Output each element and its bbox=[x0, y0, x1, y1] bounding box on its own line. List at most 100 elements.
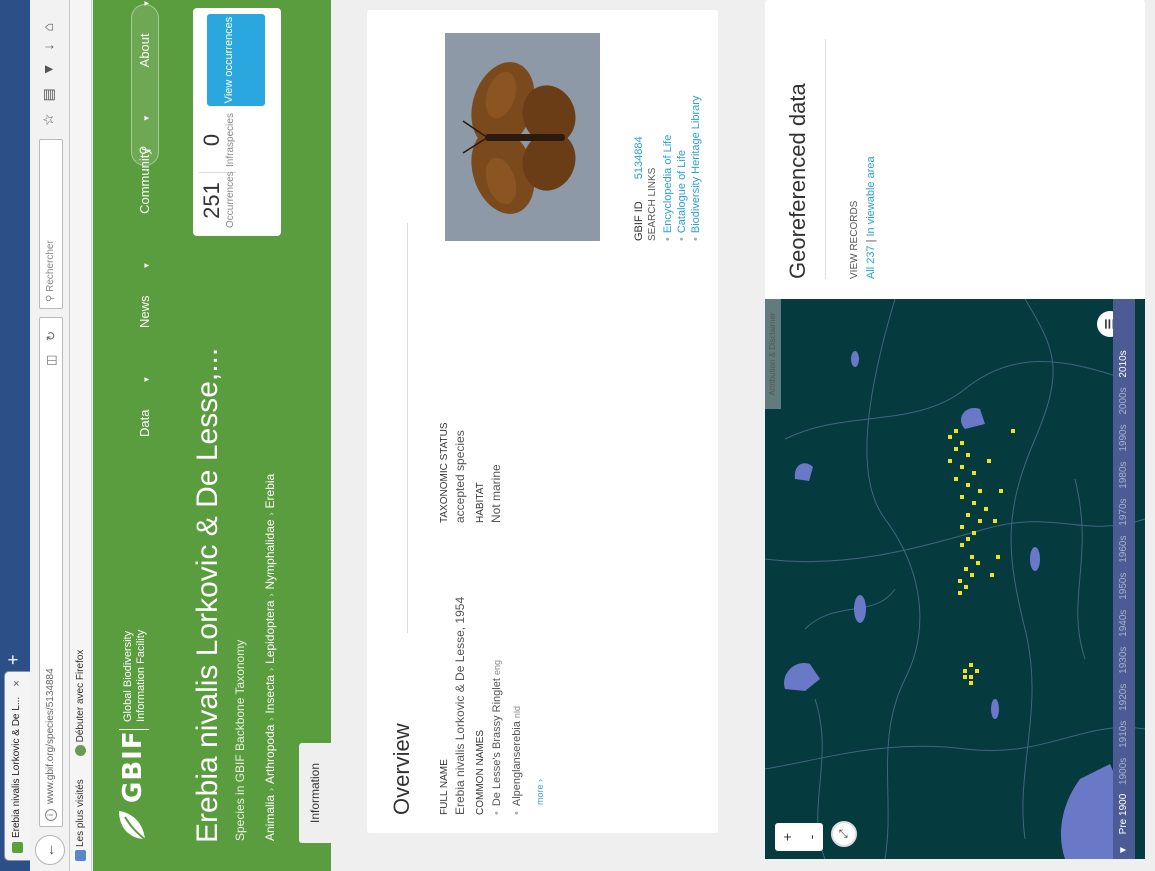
taxonomic-status-label: TAXONOMIC STATUS bbox=[439, 422, 450, 523]
info-icon[interactable]: i bbox=[45, 809, 57, 821]
breadcrumb-separator: › bbox=[266, 593, 276, 597]
timeline-decade[interactable]: 1980s bbox=[1118, 461, 1129, 488]
view-records-links: All 237 | In viewable area bbox=[865, 156, 877, 279]
gbif-logo[interactable]: GBIF Global Biodiversity Information Fac… bbox=[111, 603, 153, 843]
nav-label: Data bbox=[137, 409, 152, 437]
zoom-control: + - bbox=[775, 823, 823, 851]
bookmark-most-visited[interactable]: Les plus visités bbox=[74, 769, 86, 861]
timeline-decade[interactable]: 1960s bbox=[1118, 536, 1129, 563]
overview-side: GBIF ID5134884 SEARCH LINKS •Encyclopedi… bbox=[385, 21, 705, 241]
more-link[interactable]: more › bbox=[535, 779, 545, 805]
breadcrumb-item[interactable]: Arthropoda bbox=[263, 725, 277, 784]
browser-tab[interactable]: Erebia nivalis Lorkovic & De L... × bbox=[4, 671, 30, 861]
search-icon: ⚲ bbox=[137, 145, 152, 155]
home-icon[interactable]: ⌂ bbox=[40, 11, 56, 31]
species-image[interactable] bbox=[445, 33, 600, 241]
pocket-icon[interactable]: ▼ bbox=[40, 50, 56, 76]
logo-org-name: Global Biodiversity Information Facility bbox=[122, 630, 148, 722]
timeline-decade[interactable]: 1970s bbox=[1118, 498, 1129, 525]
bullet-icon: • bbox=[662, 237, 674, 241]
breadcrumb: Animalia › Arthropoda › Insecta › Lepidoptera ›… bbox=[263, 474, 277, 841]
star-icon[interactable]: ☆ bbox=[40, 101, 56, 126]
bookmark-label: Les plus visités bbox=[75, 779, 86, 847]
url-text: www.gbif.org/species/5134884 bbox=[45, 668, 56, 804]
fullscreen-icon[interactable]: ⤢ bbox=[831, 821, 857, 847]
bullet-icon: • bbox=[491, 811, 503, 815]
site-search-input[interactable]: ⚲ bbox=[131, 4, 159, 166]
list-item: • De Lesse's Brassy Ringlet eng bbox=[487, 660, 507, 815]
viewable-area-link[interactable]: In viewable area bbox=[865, 156, 877, 236]
gbif-id-link[interactable]: 5134884 bbox=[633, 136, 645, 179]
occurrence-map[interactable]: Attribution & Disclaimer + - ⤢ ☰ ▼ Pre 1… bbox=[765, 299, 1145, 859]
nav-label: News bbox=[137, 295, 152, 328]
url-bar[interactable]: i www.gbif.org/species/5134884 ◫ ↻ bbox=[39, 317, 63, 827]
nav-news[interactable]: News ▼ bbox=[137, 240, 152, 328]
breadcrumb-item[interactable]: Animalia bbox=[263, 795, 277, 841]
occurrences-count: 251 bbox=[199, 182, 224, 219]
list-item[interactable]: • Biodiversity Heritage Library bbox=[689, 96, 703, 241]
search-link: Biodiversity Heritage Library bbox=[690, 95, 702, 234]
bookmark-getting-started[interactable]: Débuter avec Firefox bbox=[74, 640, 86, 757]
view-records-label: VIEW RECORDS bbox=[849, 200, 860, 279]
tab-information[interactable]: Information bbox=[299, 743, 331, 843]
logo-org-line2: Information Facility bbox=[135, 629, 147, 722]
back-arrow-icon[interactable]: ← bbox=[35, 835, 65, 865]
common-name: Alpenglanserebia bbox=[511, 721, 523, 807]
breadcrumb-item[interactable]: Erebia bbox=[263, 474, 277, 509]
occurrences-stat: 251 Occurrences bbox=[199, 171, 236, 228]
overview-card: Overview FULL NAME Erebia nivalis Lorkov… bbox=[367, 10, 718, 833]
language-code: eng bbox=[492, 660, 502, 676]
list-item[interactable]: • Catalogue of Life bbox=[675, 96, 689, 241]
timeline-decade[interactable]: 1950s bbox=[1118, 573, 1129, 600]
reader-view-icon[interactable]: ◫ bbox=[40, 355, 62, 366]
timeline-decade[interactable]: 1930s bbox=[1118, 647, 1129, 674]
download-icon[interactable]: ↓ bbox=[40, 31, 56, 50]
reload-icon[interactable]: ↻ bbox=[40, 331, 62, 341]
clipboard-icon[interactable]: ▤ bbox=[40, 76, 56, 101]
breadcrumb-item[interactable]: Lepidoptera bbox=[263, 601, 277, 664]
page-subtitle: Species in GBIF Backbone Taxonomy bbox=[233, 639, 247, 841]
timeline-start[interactable]: Pre 1900 bbox=[1118, 794, 1129, 835]
browser-search-input[interactable]: ⚲ Rechercher bbox=[39, 139, 63, 309]
breadcrumb-item[interactable]: Insecta bbox=[263, 675, 277, 714]
breadcrumb-item[interactable]: Nymphalidae bbox=[263, 519, 277, 589]
browser-nav-bar: ← i www.gbif.org/species/5134884 ◫ ↻ ⚲ R… bbox=[30, 0, 70, 871]
occurrences-label: Occurrences bbox=[225, 171, 236, 228]
infraspecies-count: 0 bbox=[199, 133, 224, 147]
timeline-decade[interactable]: 2000s bbox=[1118, 387, 1129, 414]
map-attribution[interactable]: Attribution & Disclaimer bbox=[765, 299, 781, 409]
more-label: more bbox=[535, 784, 545, 805]
timeline-decade[interactable]: 1900s bbox=[1118, 758, 1129, 785]
taxonomic-status-value: accepted species bbox=[453, 430, 467, 523]
timeline-decade[interactable]: 1990s bbox=[1118, 424, 1129, 451]
new-tab-button[interactable]: + bbox=[3, 654, 24, 665]
infraspecies-stat: 0 Infraspecies bbox=[199, 112, 236, 168]
close-tab-icon[interactable]: × bbox=[5, 680, 29, 686]
caret-down-icon: ▼ bbox=[142, 261, 151, 270]
habitat-value: Not marine bbox=[489, 464, 503, 523]
page-title: Erebia nivalis Lorkovic & De Lesse,... bbox=[191, 347, 224, 843]
rotated-screenshot: Erebia nivalis Lorkovic & De L... × + ← … bbox=[0, 0, 1155, 871]
list-item[interactable]: • Encyclopedia of Life bbox=[661, 96, 675, 241]
link-divider: | bbox=[865, 239, 877, 243]
list-item: • Alpenglanserebia nld bbox=[507, 660, 527, 815]
occurrence-stats: 251 Occurrences 0 Infraspecies View occu… bbox=[193, 8, 281, 236]
timeline-decade[interactable]: 1940s bbox=[1118, 610, 1129, 637]
common-names-list: • De Lesse's Brassy Ringlet eng • Alpengla… bbox=[487, 660, 527, 815]
timeline-end[interactable]: 2010s bbox=[1118, 350, 1129, 377]
browser-tab-bar: Erebia nivalis Lorkovic & De L... × + bbox=[0, 0, 30, 871]
all-records-link[interactable]: All 237 bbox=[865, 245, 877, 279]
view-occurrences-button[interactable]: View occurrences bbox=[207, 14, 265, 106]
timeline-filter-icon[interactable]: ▼ bbox=[1118, 845, 1129, 855]
timeline-decade[interactable]: 1920s bbox=[1118, 684, 1129, 711]
gbif-favicon-icon bbox=[12, 842, 23, 853]
zoom-in-button[interactable]: + bbox=[775, 823, 799, 851]
gbif-id: GBIF ID 5134884 bbox=[633, 136, 645, 241]
timeline-decade[interactable]: 1910s bbox=[1118, 721, 1129, 748]
bookmarks-bar: Les plus visités Débuter avec Firefox bbox=[70, 0, 92, 871]
zoom-out-button[interactable]: - bbox=[799, 823, 823, 851]
gbif-leaf-icon bbox=[119, 811, 148, 842]
common-name: De Lesse's Brassy Ringlet bbox=[491, 678, 503, 807]
nav-data[interactable]: Data ▼ bbox=[137, 354, 152, 437]
overview-heading: Overview bbox=[389, 723, 414, 815]
